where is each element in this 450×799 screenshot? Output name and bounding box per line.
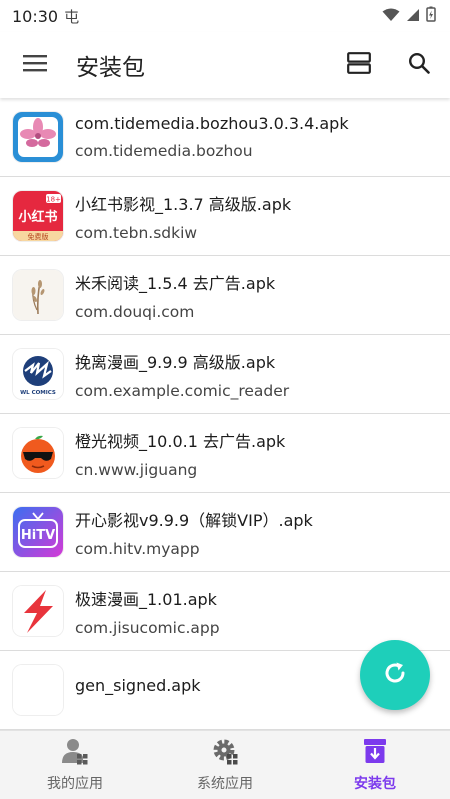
apk-file-name: gen_signed.apk bbox=[75, 676, 201, 695]
apk-list[interactable]: com.tidemedia.bozhou3.0.3.4.apk com.tide… bbox=[0, 98, 450, 730]
apk-file-name: 极速漫画_1.01.apk bbox=[75, 589, 217, 609]
xiaohongshu-icon-badge: 18+ bbox=[46, 196, 61, 204]
apk-package-name: com.douqi.com bbox=[75, 302, 195, 321]
apk-file-name: 橙光视频_10.0.1 去广告.apk bbox=[75, 431, 286, 451]
apk-package-name: cn.www.jiguang bbox=[75, 460, 198, 479]
tab-label: 系统应用 bbox=[197, 776, 253, 792]
list-item-text: 橙光视频_10.0.1 去广告.apk cn.www.jiguang bbox=[75, 428, 285, 479]
apk-package-name: com.hitv.myapp bbox=[75, 539, 200, 558]
list-item-text: 挽离漫画_9.9.9 高级版.apk com.example.comic_rea… bbox=[75, 349, 289, 400]
lightning-icon bbox=[13, 586, 63, 636]
apk-file-name: 挽离漫画_9.9.9 高级版.apk bbox=[75, 352, 276, 372]
list-item-text: com.tidemedia.bozhou3.0.3.4.apk com.tide… bbox=[75, 114, 349, 160]
status-time: 10:30 bbox=[12, 6, 59, 26]
bottom-nav: 我的应用 系统应用 安装包 bbox=[0, 730, 450, 799]
blank-icon bbox=[13, 665, 63, 715]
status-carrier-glyph: 屯 bbox=[64, 7, 80, 26]
signal-icon bbox=[406, 7, 420, 26]
status-icons bbox=[382, 6, 436, 26]
comic-logo-icon: WL COMICS bbox=[13, 349, 63, 399]
refresh-button[interactable] bbox=[360, 640, 430, 710]
xiaohongshu-icon-text: 小红书 bbox=[18, 209, 57, 225]
xiaohongshu-icon-banner: 免费版 bbox=[28, 232, 49, 241]
apk-package-name: com.jisucomic.app bbox=[75, 618, 220, 637]
search-button[interactable] bbox=[396, 42, 442, 88]
view-toggle-button[interactable] bbox=[336, 42, 382, 88]
tab-label: 安装包 bbox=[354, 776, 396, 792]
user-apps-icon bbox=[61, 737, 89, 769]
hitv-icon-text: HiTV bbox=[21, 528, 55, 543]
hitv-icon: HiTV bbox=[13, 507, 63, 557]
system-gear-icon bbox=[211, 737, 239, 769]
list-item[interactable]: com.tidemedia.bozhou3.0.3.4.apk com.tide… bbox=[0, 98, 450, 177]
list-item[interactable]: 橙光视频_10.0.1 去广告.apk cn.www.jiguang bbox=[0, 414, 450, 493]
xiaohongshu-icon: 小红书 18+ 免费版 bbox=[13, 191, 63, 241]
apk-package-name: com.tidemedia.bozhou bbox=[75, 142, 253, 160]
list-item[interactable]: 小红书 18+ 免费版 小红书影视_1.3.7 高级版.apk com.tebn… bbox=[0, 177, 450, 256]
battery-icon bbox=[426, 6, 436, 26]
tab-packages[interactable]: 安装包 bbox=[300, 731, 450, 799]
list-item-text: 米禾阅读_1.5.4 去广告.apk com.douqi.com bbox=[75, 270, 275, 321]
menu-icon bbox=[23, 54, 47, 76]
refresh-icon bbox=[382, 660, 408, 690]
app-bar-actions bbox=[322, 42, 442, 88]
search-icon bbox=[408, 52, 430, 78]
list-item[interactable]: WL COMICS 挽离漫画_9.9.9 高级版.apk com.example… bbox=[0, 335, 450, 414]
apk-file-name: 小红书影视_1.3.7 高级版.apk bbox=[75, 194, 292, 214]
list-item-text: gen_signed.apk bbox=[75, 676, 201, 704]
apk-file-name: com.tidemedia.bozhou3.0.3.4.apk bbox=[75, 114, 349, 133]
orange-sunglasses-icon bbox=[13, 428, 63, 478]
page-title: 安装包 bbox=[76, 55, 145, 81]
package-box-icon bbox=[361, 737, 389, 769]
tab-label: 我的应用 bbox=[47, 776, 103, 792]
apk-package-name: com.tebn.sdkiw bbox=[75, 223, 198, 242]
app-bar: 安装包 bbox=[0, 32, 450, 98]
status-bar: 10:30 屯 bbox=[0, 0, 450, 32]
apk-file-name: 开心影视v9.9.9（解锁VIP）.apk bbox=[75, 510, 313, 530]
wheat-icon bbox=[13, 270, 63, 320]
menu-button[interactable] bbox=[12, 42, 58, 88]
list-item-text: 开心影视v9.9.9（解锁VIP）.apk com.hitv.myapp bbox=[75, 507, 313, 558]
flower-icon bbox=[13, 112, 63, 162]
apk-package-name: com.example.comic_reader bbox=[75, 381, 290, 400]
list-item-text: 极速漫画_1.01.apk com.jisucomic.app bbox=[75, 586, 220, 637]
view-toggle-icon bbox=[347, 52, 371, 78]
list-item-text: 小红书影视_1.3.7 高级版.apk com.tebn.sdkiw bbox=[75, 191, 291, 242]
apk-file-name: 米禾阅读_1.5.4 去广告.apk bbox=[75, 273, 276, 293]
wifi-icon bbox=[382, 7, 400, 26]
list-item[interactable]: 米禾阅读_1.5.4 去广告.apk com.douqi.com bbox=[0, 256, 450, 335]
comic-logo-text: WL COMICS bbox=[20, 390, 56, 396]
list-item[interactable]: 极速漫画_1.01.apk com.jisucomic.app bbox=[0, 572, 450, 651]
list-item[interactable]: HiTV 开心影视v9.9.9（解锁VIP）.apk com.hitv.myap… bbox=[0, 493, 450, 572]
tab-my-apps[interactable]: 我的应用 bbox=[0, 731, 150, 799]
tab-system-apps[interactable]: 系统应用 bbox=[150, 731, 300, 799]
